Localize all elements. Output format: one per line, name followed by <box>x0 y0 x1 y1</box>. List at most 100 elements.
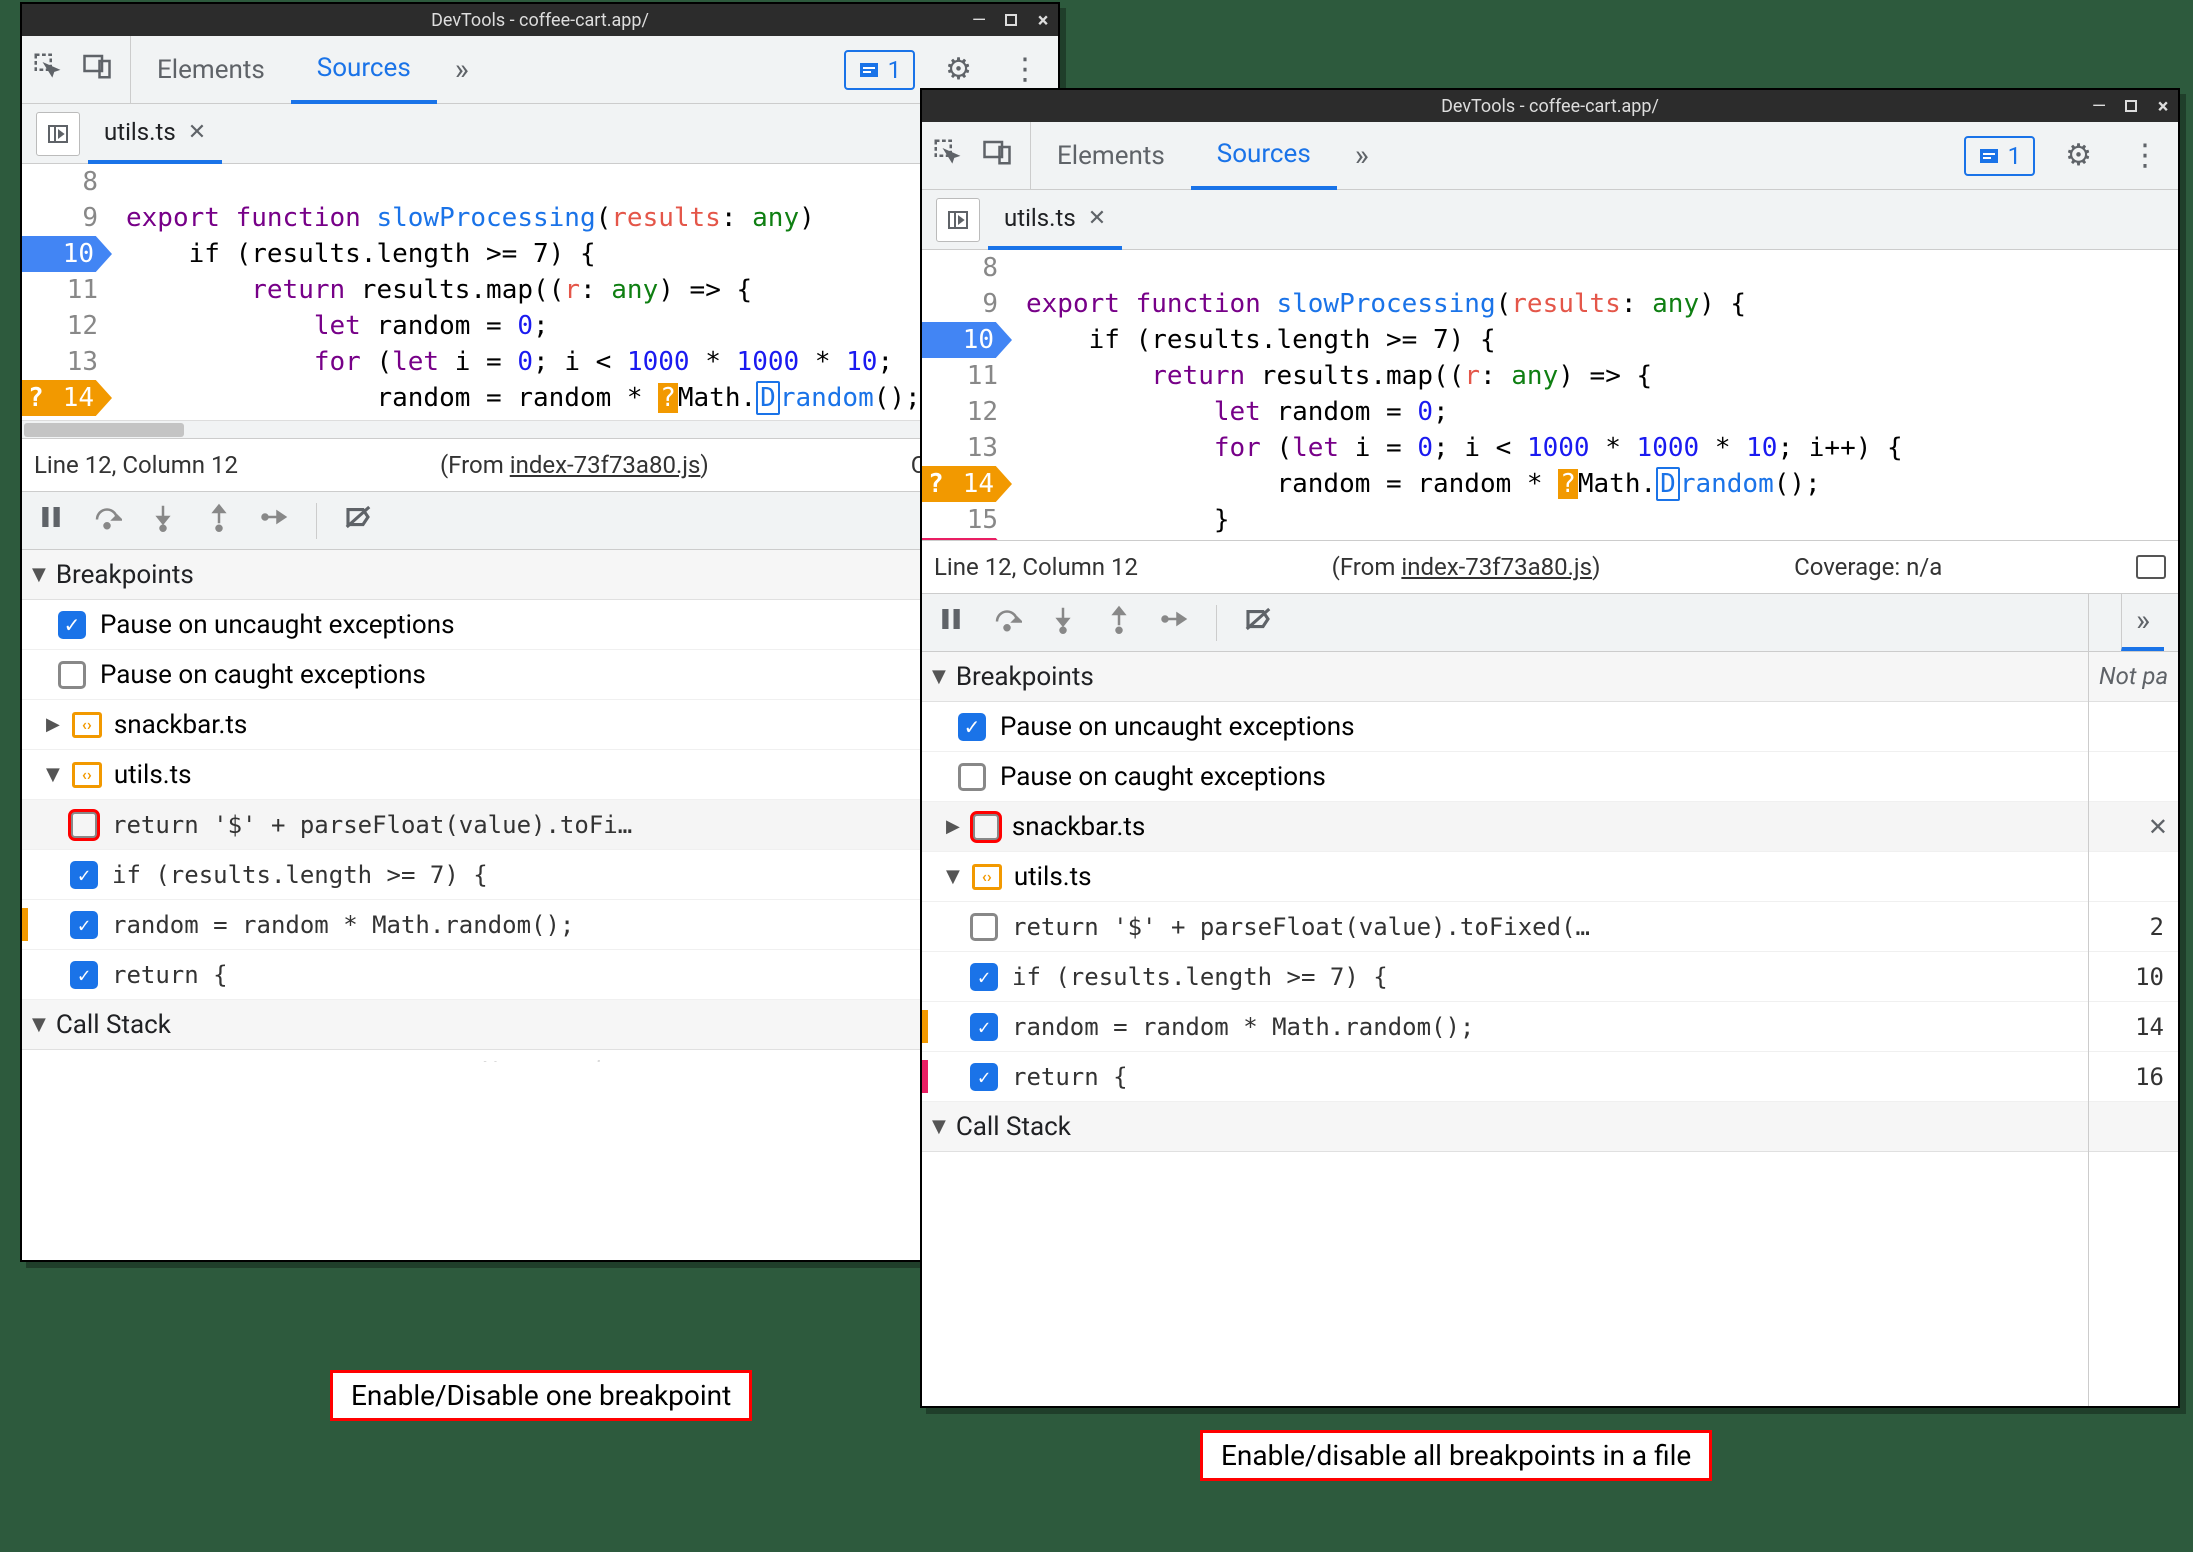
step-into-icon[interactable] <box>1048 604 1078 641</box>
bp-checkbox[interactable] <box>70 911 98 939</box>
sourcemap-from[interactable]: (From index-73f73a80.js) <box>440 451 709 479</box>
close-button[interactable]: × <box>1034 11 1052 29</box>
section-title: Breakpoints <box>56 560 194 590</box>
bp-row-1[interactable]: return '$' + parseFloat(value).toFi… ✎ ✕… <box>22 800 1058 850</box>
t: random <box>780 383 874 413</box>
section-breakpoints[interactable]: ▼ Breakpoints <box>22 550 1058 600</box>
file-checkbox-highlighted[interactable] <box>972 813 1000 841</box>
t: ) => { <box>1558 361 1652 391</box>
inspect-icon[interactable] <box>32 51 62 88</box>
tab-elements[interactable]: Elements <box>131 36 291 103</box>
tabs-overflow[interactable]: » <box>1337 122 1387 189</box>
bp-row-2[interactable]: if (results.length >= 7) { 10 <box>922 952 2178 1002</box>
bp-code: return '$' + parseFloat(value).toFi… <box>112 811 632 839</box>
bp-checkbox[interactable] <box>70 861 98 889</box>
chevron-down-icon: ▼ <box>46 764 60 785</box>
step-over-icon[interactable] <box>992 604 1022 641</box>
code-editor[interactable]: 8 9export function slowProcessing(result… <box>922 250 2178 540</box>
show-details-button[interactable] <box>2136 555 2166 579</box>
bp-file-utils[interactable]: ▼ ‹› utils.ts <box>22 750 1058 800</box>
side-drawer: Not pa <box>2088 594 2178 1406</box>
section-callstack[interactable]: ▼ Call Stack <box>22 1000 1058 1050</box>
checkbox[interactable] <box>58 611 86 639</box>
issue-count: 1 <box>2008 142 2022 170</box>
inspect-icon[interactable] <box>932 137 962 174</box>
bp-row-4[interactable]: return { 16 <box>22 950 1058 1000</box>
minimize-button[interactable]: — <box>2090 97 2108 115</box>
conditional-breakpoint-marker[interactable]: 14 <box>22 380 112 416</box>
bp-file-snackbar[interactable]: ▶ snackbar.ts ✕ <box>922 802 2178 852</box>
pause-icon[interactable] <box>936 604 966 641</box>
file-tab-utils[interactable]: utils.ts ✕ <box>88 105 222 164</box>
step-out-icon[interactable] <box>204 502 234 539</box>
issues-badge[interactable]: 1 <box>844 50 916 90</box>
t: index-73f73a80.js <box>510 451 701 479</box>
section-breakpoints[interactable]: ▼ Breakpoints <box>922 652 2178 702</box>
t: results <box>611 203 721 233</box>
kebab-menu[interactable]: ⋮ <box>2122 138 2168 173</box>
device-icon[interactable] <box>982 137 1012 174</box>
step-over-icon[interactable] <box>92 502 122 539</box>
t: return <box>1151 361 1245 391</box>
bp-checkbox[interactable] <box>970 1013 998 1041</box>
bp-checkbox-highlighted[interactable] <box>70 811 98 839</box>
pause-icon[interactable] <box>36 502 66 539</box>
maximize-button[interactable] <box>1002 11 1020 29</box>
navigator-toggle[interactable] <box>36 112 80 156</box>
tabs-overflow[interactable]: » <box>437 36 487 103</box>
bp-file-utils[interactable]: ▼ ‹› utils.ts <box>922 852 2178 902</box>
bp-checkbox[interactable] <box>970 963 998 991</box>
close-button[interactable]: × <box>2154 97 2172 115</box>
breakpoint-marker[interactable]: 10 <box>22 236 112 272</box>
pause-caught-row[interactable]: Pause on caught exceptions <box>22 650 1058 700</box>
bp-row-4[interactable]: return { 16 <box>922 1052 2178 1102</box>
step-out-icon[interactable] <box>1104 604 1134 641</box>
section-callstack[interactable]: ▼ Call Stack <box>922 1102 2178 1152</box>
bp-checkbox[interactable] <box>70 961 98 989</box>
maximize-button[interactable] <box>2122 97 2140 115</box>
bp-code: if (results.length >= 7) { <box>112 861 488 889</box>
bp-file-snackbar[interactable]: ▶ ‹› snackbar.ts <box>22 700 1058 750</box>
step-icon[interactable] <box>1160 604 1190 641</box>
t: ; i < <box>1433 433 1527 463</box>
h-scrollbar[interactable] <box>22 420 1058 438</box>
issues-badge[interactable]: 1 <box>1964 136 2036 176</box>
logpoint-marker[interactable]: 16 <box>922 538 1012 540</box>
pause-uncaught-row[interactable]: Pause on uncaught exceptions <box>22 600 1058 650</box>
kebab-menu[interactable]: ⋮ <box>1002 52 1048 87</box>
tab-sources[interactable]: Sources <box>1191 122 1337 190</box>
bp-row-3[interactable]: random = random * Math.random(); 14 <box>22 900 1058 950</box>
minimize-button[interactable]: — <box>970 11 988 29</box>
file-icon: ‹› <box>72 712 102 738</box>
conditional-breakpoint-marker[interactable]: 14 <box>922 466 1012 502</box>
checkbox[interactable] <box>58 661 86 689</box>
tab-sources[interactable]: Sources <box>291 36 437 104</box>
close-icon[interactable]: ✕ <box>188 120 206 145</box>
breakpoint-marker[interactable]: 10 <box>922 322 1012 358</box>
close-icon[interactable]: ✕ <box>1088 206 1106 231</box>
bp-row-3[interactable]: random = random * Math.random(); 14 <box>922 1002 2178 1052</box>
file-tab-utils[interactable]: utils.ts ✕ <box>988 191 1122 250</box>
bp-checkbox[interactable] <box>970 1063 998 1091</box>
checkbox[interactable] <box>958 763 986 791</box>
step-into-icon[interactable] <box>148 502 178 539</box>
sourcemap-from[interactable]: (From index-73f73a80.js) <box>1332 553 1601 581</box>
gear-icon[interactable]: ⚙ <box>937 52 980 87</box>
pause-caught-row[interactable]: Pause on caught exceptions <box>922 752 2178 802</box>
file-label: snackbar.ts <box>114 710 247 740</box>
deactivate-breakpoints-icon[interactable] <box>1243 604 1273 641</box>
code-editor[interactable]: 8 9export function slowProcessing(result… <box>22 164 1058 420</box>
pause-uncaught-row[interactable]: Pause on uncaught exceptions <box>922 702 2178 752</box>
navigator-toggle[interactable] <box>936 198 980 242</box>
step-icon[interactable] <box>260 502 290 539</box>
gear-icon[interactable]: ⚙ <box>2057 138 2100 173</box>
tab-elements[interactable]: Elements <box>1031 122 1191 189</box>
checkbox[interactable] <box>958 713 986 741</box>
t: ( <box>1496 289 1512 319</box>
device-icon[interactable] <box>82 51 112 88</box>
bp-row-1[interactable]: return '$' + parseFloat(value).toFixed(…… <box>922 902 2178 952</box>
deactivate-breakpoints-icon[interactable] <box>343 502 373 539</box>
bp-row-2[interactable]: if (results.length >= 7) { 10 <box>22 850 1058 900</box>
chevron-right-icon: ▶ <box>946 816 960 837</box>
bp-checkbox[interactable] <box>970 913 998 941</box>
